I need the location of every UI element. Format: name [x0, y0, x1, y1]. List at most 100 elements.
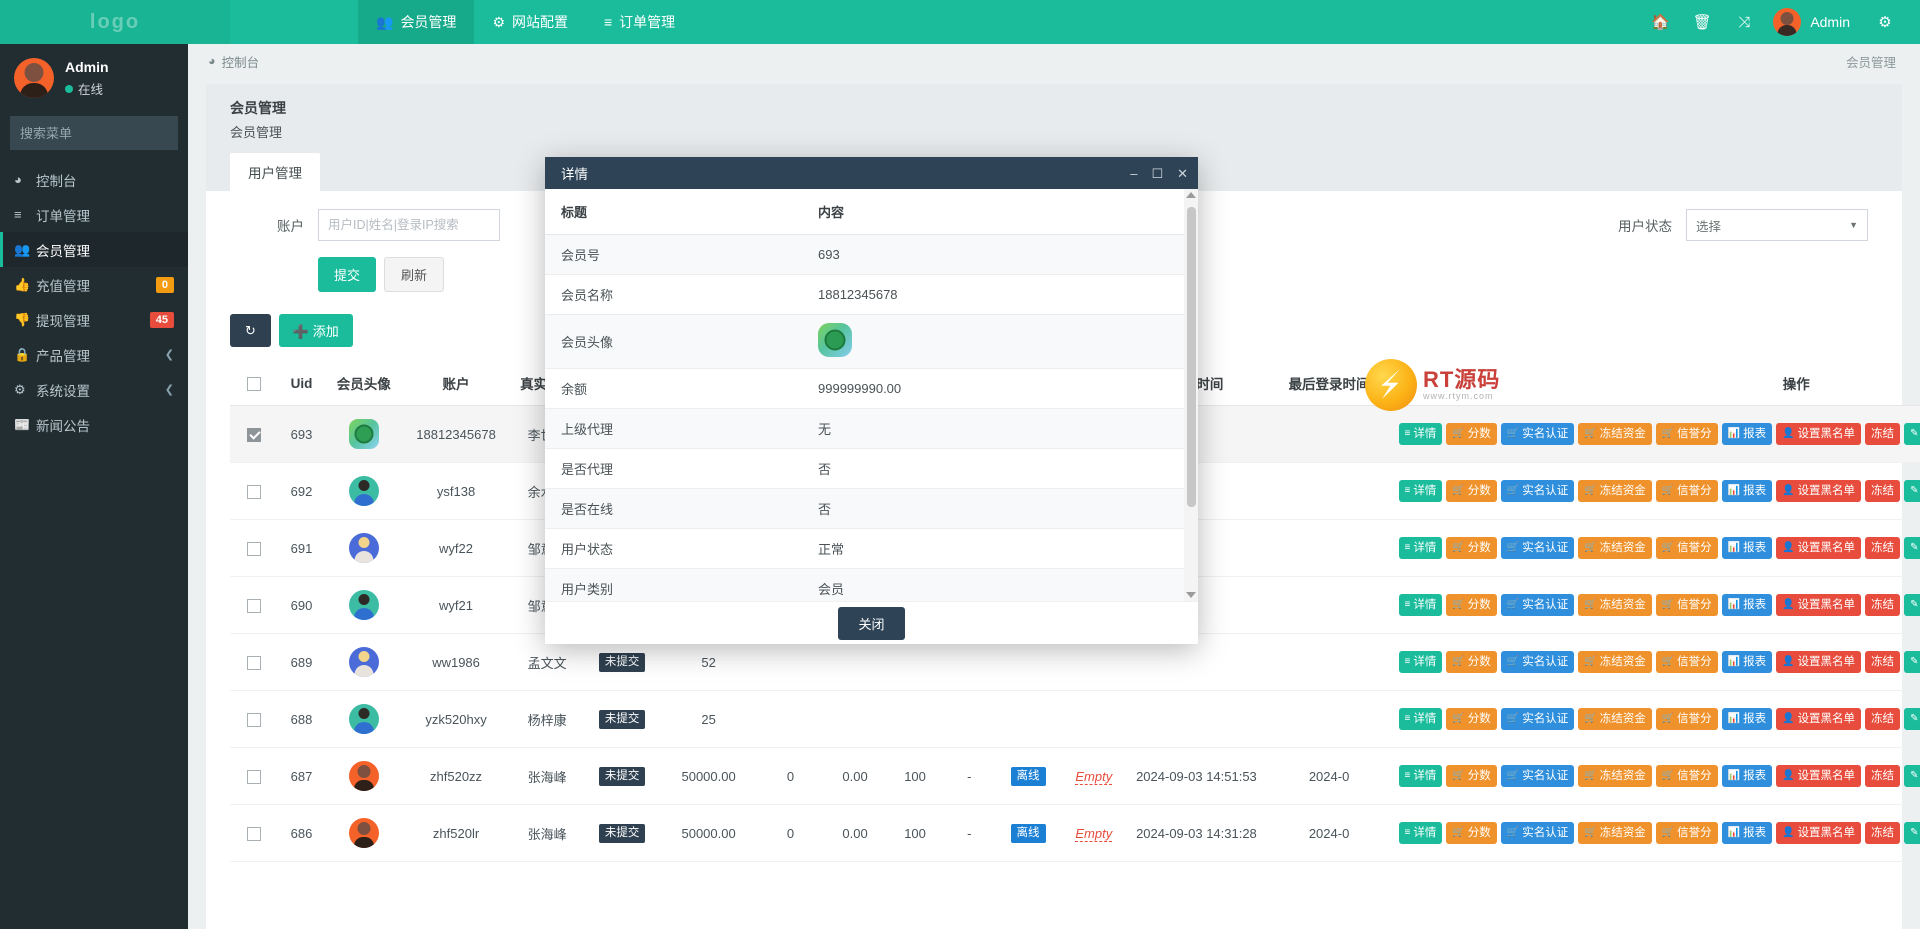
action-button-分数[interactable]: 🛒 分数 — [1446, 423, 1497, 445]
row-checkbox-cell[interactable] — [230, 576, 279, 634]
action-button-实名认证[interactable]: 🛒 实名认证 — [1500, 423, 1575, 445]
action-button-分数[interactable]: 🛒 分数 — [1446, 480, 1497, 502]
action-button-信誉分[interactable]: 🛒 信誉分 — [1655, 480, 1718, 502]
action-button-实名认证[interactable]: 🛒 实名认证 — [1500, 594, 1575, 616]
sidebar-item-withdraw[interactable]: 👎 提现管理 45 — [0, 302, 188, 337]
sidebar-item-orders[interactable]: ≡ 订单管理 — [0, 197, 188, 232]
row-checkbox[interactable] — [247, 484, 262, 499]
sidebar-search[interactable]: 🔍 — [10, 116, 188, 150]
scroll-up-icon[interactable] — [1186, 192, 1196, 198]
modal-scrollbar[interactable] — [1184, 189, 1198, 601]
action-button-详情[interactable]: ≡ 详情 — [1398, 708, 1443, 730]
action-button-实名认证[interactable]: 🛒 实名认证 — [1500, 708, 1575, 730]
row-checkbox-cell[interactable] — [230, 405, 279, 463]
action-button-信誉分[interactable]: 🛒 信誉分 — [1655, 822, 1718, 844]
select-all-checkbox[interactable] — [247, 376, 262, 391]
action-button-设置黑名单[interactable]: 👤 设置黑名单 — [1776, 594, 1862, 616]
minimize-icon[interactable]: – — [1130, 167, 1137, 180]
action-button-冻结[interactable]: 冻结 — [1865, 765, 1901, 787]
action-button-设置黑名单[interactable]: 👤 设置黑名单 — [1776, 537, 1862, 559]
sidebar-item-news[interactable]: 📰 新闻公告 — [0, 407, 188, 442]
action-button-报表[interactable]: 📊 报表 — [1721, 423, 1773, 445]
action-button-冻结资金[interactable]: 🛒 冻结资金 — [1578, 423, 1652, 445]
breadcrumb-left[interactable]: ◕ 控制台 — [208, 52, 259, 71]
close-icon[interactable]: ✕ — [1177, 167, 1188, 180]
row-checkbox-cell[interactable] — [230, 690, 279, 748]
home-icon[interactable]: 🏠 — [1639, 0, 1681, 44]
tab-user-management[interactable]: 用户管理 — [230, 153, 320, 191]
action-button-设置黑名单[interactable]: 👤 设置黑名单 — [1776, 651, 1862, 673]
action-button-pencil-icon[interactable]: ✎ — [1904, 822, 1920, 844]
row-checkbox[interactable] — [247, 826, 262, 841]
action-button-冻结资金[interactable]: 🛒 冻结资金 — [1578, 594, 1652, 616]
action-button-报表[interactable]: 📊 报表 — [1721, 651, 1773, 673]
action-button-分数[interactable]: 🛒 分数 — [1446, 822, 1497, 844]
add-user-button[interactable]: ➕ 添加 — [278, 314, 353, 347]
action-button-信誉分[interactable]: 🛒 信誉分 — [1655, 423, 1718, 445]
action-button-分数[interactable]: 🛒 分数 — [1446, 651, 1497, 673]
maximize-icon[interactable]: ☐ — [1151, 167, 1163, 180]
action-button-实名认证[interactable]: 🛒 实名认证 — [1500, 765, 1575, 787]
table-row[interactable]: 687 zhf520zz 张海峰 未提交 50000.00 0 0.00 100- 离线 Empt… — [230, 747, 1920, 805]
refresh-button[interactable]: 刷新 — [384, 257, 445, 292]
action-button-信誉分[interactable]: 🛒 信誉分 — [1655, 594, 1718, 616]
action-button-冻结[interactable]: 冻结 — [1865, 594, 1901, 616]
action-button-冻结[interactable]: 冻结 — [1865, 423, 1901, 445]
action-button-信誉分[interactable]: 🛒 信誉分 — [1655, 765, 1718, 787]
action-button-报表[interactable]: 📊 报表 — [1721, 765, 1773, 787]
row-checkbox[interactable] — [247, 427, 262, 442]
row-checkbox[interactable] — [247, 769, 262, 784]
action-button-冻结资金[interactable]: 🛒 冻结资金 — [1578, 651, 1652, 673]
close-button[interactable]: 关闭 — [838, 606, 905, 640]
action-button-报表[interactable]: 📊 报表 — [1721, 822, 1773, 844]
action-button-实名认证[interactable]: 🛒 实名认证 — [1500, 822, 1575, 844]
table-row[interactable]: 686 zhf520lr 张海峰 未提交 50000.00 0 0.00 100- 离线 Empt… — [230, 804, 1920, 862]
row-checkbox-cell[interactable] — [230, 633, 279, 691]
row-checkbox-cell[interactable] — [230, 462, 279, 520]
action-button-冻结[interactable]: 冻结 — [1865, 708, 1901, 730]
action-button-分数[interactable]: 🛒 分数 — [1446, 708, 1497, 730]
sidebar-item-dashboard[interactable]: ◕ 控制台 — [0, 162, 188, 197]
action-button-设置黑名单[interactable]: 👤 设置黑名单 — [1776, 765, 1862, 787]
action-button-实名认证[interactable]: 🛒 实名认证 — [1500, 480, 1575, 502]
action-button-详情[interactable]: ≡ 详情 — [1398, 651, 1443, 673]
action-button-pencil-icon[interactable]: ✎ — [1904, 594, 1920, 616]
search-input[interactable] — [20, 125, 188, 141]
action-button-信誉分[interactable]: 🛒 信誉分 — [1655, 537, 1718, 559]
action-button-pencil-icon[interactable]: ✎ — [1904, 765, 1920, 787]
account-search-input[interactable] — [318, 209, 500, 241]
action-button-详情[interactable]: ≡ 详情 — [1398, 822, 1443, 844]
action-button-冻结资金[interactable]: 🛒 冻结资金 — [1578, 708, 1652, 730]
top-nav-site-config[interactable]: ⚙ 网站配置 — [474, 0, 586, 44]
row-checkbox-cell[interactable] — [230, 519, 279, 577]
sidebar-item-recharge[interactable]: 👍 充值管理 0 — [0, 267, 188, 302]
submit-button[interactable]: 提交 — [318, 257, 377, 292]
action-button-设置黑名单[interactable]: 👤 设置黑名单 — [1776, 480, 1862, 502]
row-checkbox[interactable] — [247, 541, 262, 556]
row-checkbox[interactable] — [247, 655, 262, 670]
action-button-冻结[interactable]: 冻结 — [1865, 537, 1901, 559]
action-button-pencil-icon[interactable]: ✎ — [1904, 423, 1920, 445]
action-button-信誉分[interactable]: 🛒 信誉分 — [1655, 708, 1718, 730]
action-button-报表[interactable]: 📊 报表 — [1721, 708, 1773, 730]
action-button-设置黑名单[interactable]: 👤 设置黑名单 — [1776, 708, 1862, 730]
action-button-报表[interactable]: 📊 报表 — [1721, 594, 1773, 616]
action-button-详情[interactable]: ≡ 详情 — [1398, 594, 1443, 616]
action-button-pencil-icon[interactable]: ✎ — [1904, 651, 1920, 673]
action-button-冻结[interactable]: 冻结 — [1865, 651, 1901, 673]
action-button-分数[interactable]: 🛒 分数 — [1446, 765, 1497, 787]
action-button-实名认证[interactable]: 🛒 实名认证 — [1500, 651, 1575, 673]
top-nav-members[interactable]: 👥 会员管理 — [358, 0, 475, 44]
reload-button[interactable]: ↻ — [230, 314, 271, 347]
top-nav-orders[interactable]: ≡ 订单管理 — [586, 0, 693, 44]
action-button-pencil-icon[interactable]: ✎ — [1904, 480, 1920, 502]
action-button-分数[interactable]: 🛒 分数 — [1446, 594, 1497, 616]
row-checkbox[interactable] — [247, 712, 262, 727]
action-button-详情[interactable]: ≡ 详情 — [1398, 765, 1443, 787]
fullscreen-icon[interactable]: ⤨ — [1723, 0, 1765, 44]
sidebar-item-settings[interactable]: ⚙ 系统设置 ❮ — [0, 372, 188, 407]
table-row[interactable]: 688 yzk520hxy 杨梓康 未提交 25 ≡ 详情 🛒 分数 🛒 实名认证 🛒 冻结资金 🛒 信誉分… — [230, 690, 1920, 748]
action-button-pencil-icon[interactable]: ✎ — [1904, 537, 1920, 559]
action-button-pencil-icon[interactable]: ✎ — [1904, 708, 1920, 730]
action-button-冻结资金[interactable]: 🛒 冻结资金 — [1578, 822, 1652, 844]
